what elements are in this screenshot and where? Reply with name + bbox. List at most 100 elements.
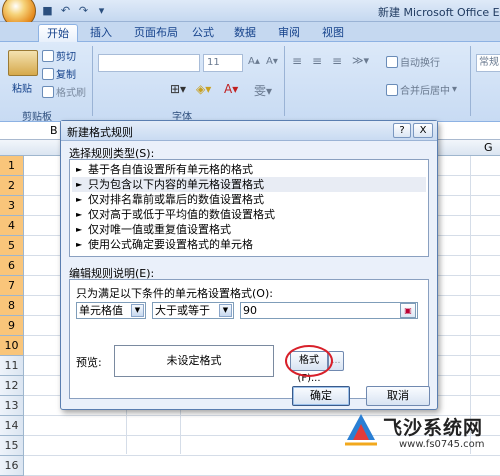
rule-type-list[interactable]: ► 基于各自值设置所有单元格的格式 ► 只为包含以下内容的单元格设置格式 ► 仅对排名…	[69, 159, 429, 257]
copy-icon	[42, 67, 54, 80]
tab-view[interactable]: 视图	[314, 24, 352, 42]
list-item[interactable]: ► 仅对唯一值或重复值设置格式	[72, 222, 426, 237]
row-header-5[interactable]: 5	[0, 236, 24, 256]
font-color-icon[interactable]: A▾	[224, 82, 238, 96]
tab-review[interactable]: 审阅	[270, 24, 308, 42]
rule-type-text: 只为包含以下内容的单元格设置格式	[88, 178, 264, 191]
row-header-6[interactable]: 6	[0, 256, 24, 276]
triangle-right-icon: ►	[76, 195, 83, 204]
merge-icon	[386, 83, 398, 96]
save-icon[interactable]: ■	[40, 3, 55, 18]
phonetic-icon[interactable]: 雯▾	[254, 82, 272, 99]
font-size-combo[interactable]: 11	[203, 54, 243, 72]
list-item[interactable]: ► 仅对排名靠前或靠后的数值设置格式	[72, 192, 426, 207]
format-preview: 未设定格式	[114, 345, 274, 377]
grow-font-icon[interactable]: A▴	[248, 56, 260, 67]
copy-label: 复制	[56, 70, 76, 81]
row-header-1[interactable]: 1	[0, 156, 24, 176]
wrap-text-icon	[386, 55, 398, 68]
ribbon: 粘贴 剪切 复制 格式刷 剪贴板 11 A▴ A▾ ⊞▾ ◈▾ A▾ 雯▾ 字体…	[0, 42, 500, 123]
red-annotation-circle	[285, 345, 333, 377]
title-bar: ■ ↶ ↷ ▾ 新建 Microsoft Office Exce	[0, 0, 500, 28]
row-gridline	[24, 455, 500, 456]
row-header-10[interactable]: 10	[0, 336, 24, 356]
scissors-icon	[42, 49, 54, 62]
font-name-combo[interactable]	[98, 54, 200, 72]
condition-operator-select[interactable]: 大于或等于 ▼	[152, 302, 234, 319]
undo-icon[interactable]: ↶	[58, 3, 73, 18]
shrink-font-icon[interactable]: A▾	[266, 56, 278, 67]
preview-label: 预览:	[76, 356, 102, 369]
cell-reference-icon[interactable]: ▣	[400, 303, 416, 318]
column-header-g[interactable]: G	[484, 141, 493, 154]
merge-center-button[interactable]: 合并后居中 ▾	[386, 82, 457, 97]
ribbon-tabs: 开始 插入 页面布局 公式 数据 审阅 视图	[0, 22, 500, 42]
help-button[interactable]: ?	[393, 123, 411, 138]
row-header-9[interactable]: 9	[0, 316, 24, 336]
paste-button[interactable]: 粘贴	[12, 80, 32, 95]
row-header-3[interactable]: 3	[0, 196, 24, 216]
align-bottom-icon[interactable]: ≡	[332, 54, 342, 68]
row-header-14[interactable]: 14	[0, 416, 24, 436]
dialog-title-bar: 新建格式规则 ? X	[61, 121, 437, 141]
redo-icon[interactable]: ↷	[76, 3, 91, 18]
ribbon-separator	[92, 46, 93, 116]
row-header-16[interactable]: 16	[0, 456, 24, 476]
condition-field-value: 单元格值	[79, 304, 123, 317]
name-box[interactable]: B	[50, 124, 58, 137]
merge-center-label: 合并后居中	[400, 86, 450, 97]
rule-type-text: 仅对高于或低于平均值的数值设置格式	[88, 208, 275, 221]
orientation-icon[interactable]: ≫▾	[352, 54, 369, 67]
tab-page-layout[interactable]: 页面布局	[126, 24, 186, 42]
borders-icon[interactable]: ⊞▾	[170, 82, 186, 96]
row-header-15[interactable]: 15	[0, 436, 24, 456]
number-format-combo[interactable]: 常规	[476, 54, 500, 72]
tab-data[interactable]: 数据	[226, 24, 264, 42]
row-header-4[interactable]: 4	[0, 216, 24, 236]
list-item-selected[interactable]: ► 只为包含以下内容的单元格设置格式	[72, 177, 426, 192]
condition-value-input[interactable]: 90	[240, 302, 418, 319]
tab-formulas[interactable]: 公式	[184, 24, 222, 42]
row-header-12[interactable]: 12	[0, 376, 24, 396]
rule-type-text: 仅对唯一值或重复值设置格式	[88, 223, 231, 236]
cut-button[interactable]: 剪切	[42, 48, 76, 63]
rule-type-text: 基于各自值设置所有单元格的格式	[88, 163, 253, 176]
qat-dropdown-icon[interactable]: ▾	[94, 3, 109, 18]
brush-icon	[42, 85, 54, 98]
list-item[interactable]: ► 基于各自值设置所有单元格的格式	[72, 162, 426, 177]
rule-type-text: 仅对排名靠前或靠后的数值设置格式	[88, 193, 264, 206]
ribbon-separator	[470, 46, 471, 116]
cancel-button[interactable]: 取消	[366, 386, 430, 406]
ok-button[interactable]: 确定	[292, 386, 350, 406]
row-header-2[interactable]: 2	[0, 176, 24, 196]
triangle-right-icon: ►	[76, 240, 83, 249]
close-button[interactable]: X	[413, 123, 433, 138]
list-item[interactable]: ► 仅对高于或低于平均值的数值设置格式	[72, 207, 426, 222]
list-item[interactable]: ► 使用公式确定要设置格式的单元格	[72, 237, 426, 252]
chevron-down-icon: ▾	[452, 84, 458, 95]
row-header-7[interactable]: 7	[0, 276, 24, 296]
clipboard-group-label: 剪贴板	[22, 112, 52, 123]
row-header-8[interactable]: 8	[0, 296, 24, 316]
row-header-13[interactable]: 13	[0, 396, 24, 416]
new-format-rule-dialog: 新建格式规则 ? X 选择规则类型(S): ► 基于各自值设置所有单元格的格式 ►…	[60, 120, 438, 410]
site-logo-icon	[345, 414, 377, 446]
condition-label: 只为满足以下条件的单元格设置格式(O):	[76, 287, 273, 300]
cut-label: 剪切	[56, 52, 76, 63]
tab-home[interactable]: 开始	[38, 24, 78, 42]
align-top-icon[interactable]: ≡	[292, 54, 302, 68]
tab-insert[interactable]: 插入	[82, 24, 120, 42]
fill-color-icon[interactable]: ◈▾	[196, 82, 211, 96]
chevron-down-icon[interactable]: ▼	[219, 304, 232, 317]
align-middle-icon[interactable]: ≡	[312, 54, 322, 68]
watermark-url: www.fs0745.com	[399, 439, 485, 450]
copy-button[interactable]: 复制	[42, 66, 76, 81]
wrap-text-button[interactable]: 自动换行	[386, 54, 440, 69]
row-header-11[interactable]: 11	[0, 356, 24, 376]
format-painter-button[interactable]: 格式刷	[42, 84, 86, 99]
condition-field-select[interactable]: 单元格值 ▼	[76, 302, 146, 319]
rule-type-text: 使用公式确定要设置格式的单元格	[88, 238, 253, 251]
window-title: 新建 Microsoft Office Exce	[378, 6, 500, 19]
chevron-down-icon[interactable]: ▼	[131, 304, 144, 317]
paste-icon[interactable]	[8, 50, 38, 76]
